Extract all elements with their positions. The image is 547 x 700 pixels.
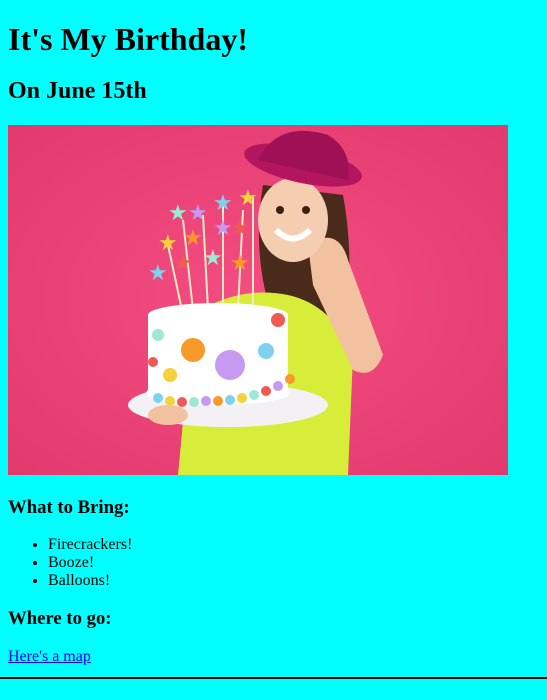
list-item: Firecrackers! [48,536,539,554]
event-date: On June 15th [8,78,147,104]
svg-text:★: ★ [183,226,203,251]
svg-text:★: ★ [230,251,250,276]
list-item: Booze! [48,554,539,572]
where-heading: Where to go: [8,608,112,629]
svg-text:★: ★ [188,201,208,226]
page-title: It's My Birthday! [8,21,248,57]
svg-text:★: ★ [203,246,223,271]
birthday-photo: ★ ★ ★ ★ ★ ★ ★ ★ ★ ★ ★ ★ [8,125,508,475]
svg-text:★: ★ [173,251,193,276]
list-item: Balloons! [48,572,539,590]
page-content: It's My Birthday! On June 15th ★ ★ ★ ★ ★… [0,21,547,666]
svg-text:★: ★ [230,216,250,241]
svg-text:★: ★ [238,186,258,211]
svg-text:★: ★ [148,261,168,286]
svg-text:★: ★ [168,201,188,226]
bring-heading: What to Bring: [8,497,130,518]
map-link[interactable]: Here's a map [8,648,91,666]
svg-text:★: ★ [213,191,233,216]
bring-list: Firecrackers! Booze! Balloons! [8,536,539,590]
